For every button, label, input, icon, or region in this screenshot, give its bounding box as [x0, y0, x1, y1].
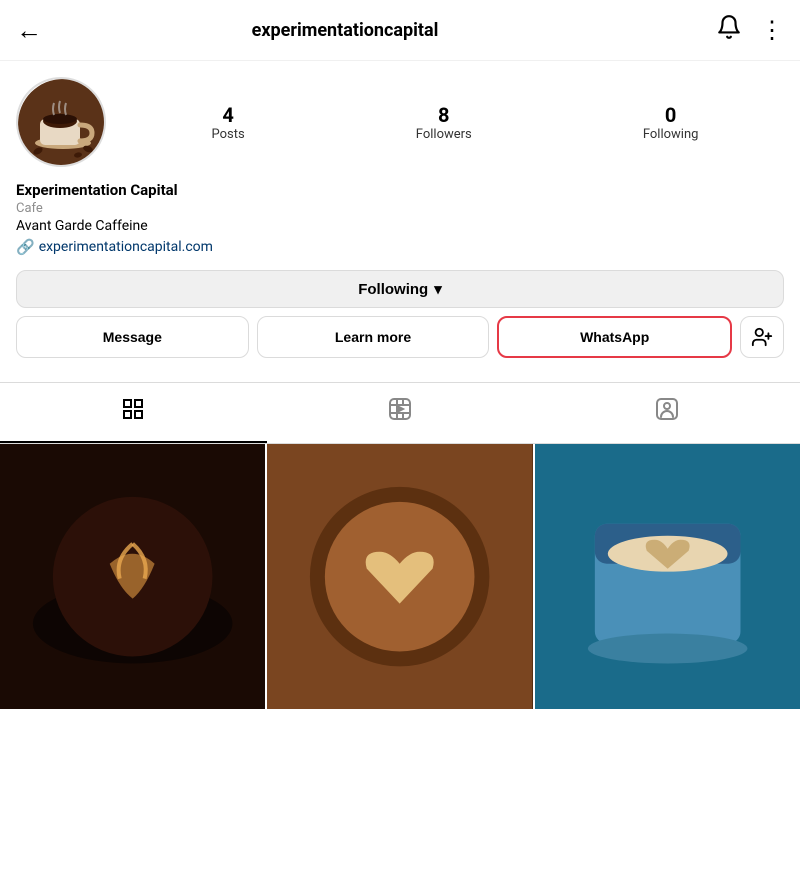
secondary-buttons-row: Message Learn more WhatsApp	[16, 316, 784, 358]
photo-cell-2[interactable]	[267, 444, 532, 709]
tab-grid[interactable]	[0, 383, 267, 443]
photo-cell-3[interactable]	[535, 444, 800, 709]
header: ← experimentationcapital ⋮	[0, 0, 800, 61]
stats-section: 4 Posts 8 Followers 0 Following	[126, 103, 784, 142]
back-button[interactable]: ←	[16, 15, 42, 46]
posts-label: Posts	[212, 127, 245, 142]
profile-top: 4 Posts 8 Followers 0 Following	[16, 77, 784, 167]
following-label: Following	[358, 281, 428, 298]
photo-cell-1[interactable]	[0, 444, 265, 709]
followers-count: 8	[438, 103, 449, 127]
tab-reels[interactable]	[267, 383, 534, 443]
profile-category: Cafe	[16, 201, 784, 216]
following-button[interactable]: Following ▾	[16, 270, 784, 308]
posts-count: 4	[222, 103, 233, 127]
following-count: 0	[665, 103, 676, 127]
posts-stat[interactable]: 4 Posts	[212, 103, 245, 142]
reels-icon	[388, 397, 412, 427]
whatsapp-button[interactable]: WhatsApp	[497, 316, 732, 358]
followers-stat[interactable]: 8 Followers	[416, 103, 472, 142]
header-icons: ⋮	[716, 14, 784, 46]
message-button[interactable]: Message	[16, 316, 249, 358]
followers-label: Followers	[416, 127, 472, 142]
grid-icon	[121, 397, 145, 427]
add-person-icon	[751, 326, 773, 348]
bio-section: Experimentation Capital Cafe Avant Garde…	[16, 181, 784, 256]
profile-tabs	[0, 382, 800, 444]
tab-tagged[interactable]	[533, 383, 800, 443]
chevron-down-icon: ▾	[434, 280, 442, 298]
profile-section: 4 Posts 8 Followers 0 Following Experime…	[0, 61, 800, 382]
following-label: Following	[643, 127, 699, 142]
following-stat[interactable]: 0 Following	[643, 103, 699, 142]
profile-name: Experimentation Capital	[16, 181, 784, 199]
learn-more-button[interactable]: Learn more	[257, 316, 490, 358]
page-title: experimentationcapital	[54, 20, 636, 41]
bell-icon[interactable]	[716, 14, 742, 46]
action-buttons-row: Following ▾	[16, 270, 784, 308]
link-chain-icon: 🔗	[16, 238, 35, 256]
profile-tagline: Avant Garde Caffeine	[16, 218, 784, 234]
photo-grid	[0, 444, 800, 709]
website-url: experimentationcapital.com	[39, 239, 213, 255]
add-person-button[interactable]	[740, 316, 784, 358]
more-options-icon[interactable]: ⋮	[760, 16, 784, 44]
tagged-icon	[655, 397, 679, 427]
profile-website-link[interactable]: 🔗 experimentationcapital.com	[16, 238, 784, 256]
avatar[interactable]	[16, 77, 106, 167]
